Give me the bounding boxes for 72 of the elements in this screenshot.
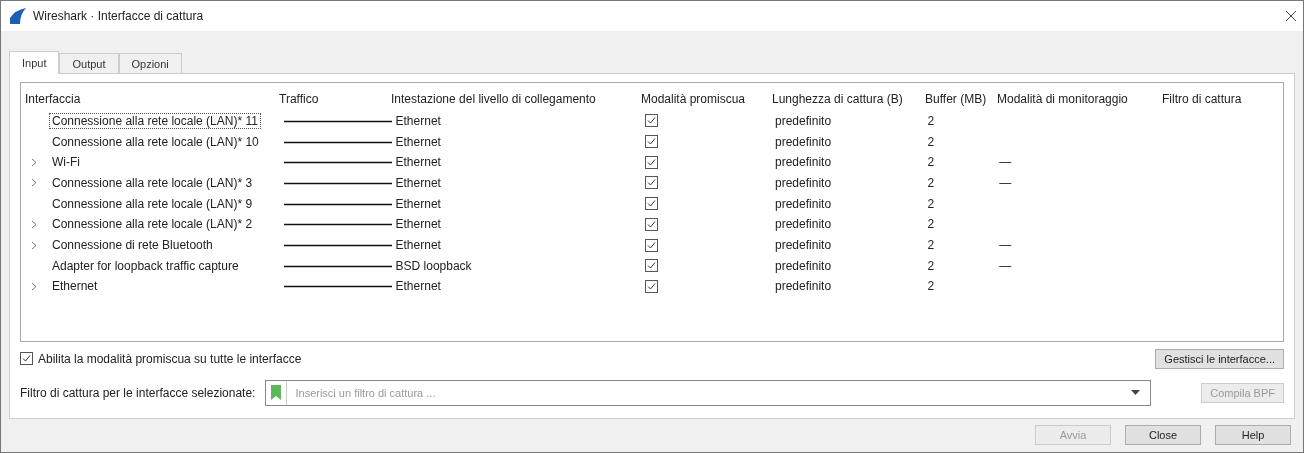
manage-interfaces-button[interactable]: Gestisci le interfacce... [1155,348,1284,369]
table-cell: — [999,258,1012,273]
checkbox[interactable] [644,279,658,293]
table-cell-text: predefinito [775,155,833,170]
dialog-button[interactable]: Close [1125,425,1201,446]
table-cell-text: Ethernet [395,238,442,252]
table-cell-text: 2 [927,175,936,190]
table-cell-text: Ethernet [395,155,442,170]
table-cell-text: predefinito [775,258,833,273]
interface-name[interactable]: Wi-Fi [49,154,83,171]
checkbox[interactable] [644,155,658,169]
checkbox[interactable] [644,238,658,252]
column-header[interactable]: Traffico [279,91,391,106]
column-header[interactable]: Filtro di cattura [1162,91,1282,106]
table-cell-text: Ethernet [395,134,442,149]
table-cell-text: Ethernet [395,113,442,128]
dialog-button[interactable]: Help [1215,425,1291,446]
column-header[interactable]: Intestazione del livello di collegamento [391,91,641,106]
checkbox[interactable] [644,259,658,273]
filter-input[interactable]: Inserisci un filtro di cattura ... [293,385,1126,400]
table-cell-text: Ethernet [395,175,442,190]
table-cell-text: predefinito [775,217,833,232]
interface-name[interactable]: Connessione alla rete locale (LAN)* 9 [49,195,256,212]
window-title: Wireshark · Interfacce di cattura [33,8,204,23]
filter-label: Filtro di cattura per le interfacce selezionate: [20,385,256,400]
table-cell-text: Ethernet [395,217,442,232]
checkbox[interactable] [644,114,658,128]
table-cell: — [999,155,1012,170]
table-cell-text: predefinito [775,196,833,211]
interface-name[interactable]: Connessione di rete Bluetooth [49,237,216,253]
table-cell-text: 2 [927,134,936,149]
dropdown-caret-icon[interactable] [1131,390,1141,396]
table-cell-text: predefinito [775,279,833,294]
table-cell-text: 2 [927,258,936,273]
table-cell-text: 2 [927,217,936,232]
table-cell-text: predefinito [775,134,833,149]
interface-name[interactable]: Connessione alla rete locale (LAN)* 10 [49,133,262,150]
column-header[interactable]: Modalità di monitoraggio [997,91,1162,106]
tab[interactable]: Opzioni [118,52,182,73]
interface-name[interactable]: Connessione alla rete locale (LAN)* 3 [49,174,256,191]
table-cell-text: 2 [927,238,936,252]
table-cell-text: predefinito [775,113,833,128]
table-cell: — [999,175,1012,190]
table-cell-text: predefinito [775,238,833,252]
fin-icon [9,7,27,24]
column-header[interactable]: Buffer (MB) [925,91,997,106]
table-cell-text: 2 [927,113,936,128]
interface-name[interactable]: Ethernet [49,278,101,295]
table-cell-text: Ethernet [395,279,442,294]
column-header[interactable]: Lunghezza di cattura (B) [772,91,925,106]
checkbox[interactable] [644,135,658,149]
checkbox-label[interactable]: Abilita la modalità promiscua su tutte le interfacce [38,351,302,366]
interface-name[interactable]: Connessione alla rete locale (LAN)* 2 [49,216,256,233]
table-cell-text: 2 [927,155,936,170]
tab[interactable]: Output [59,52,119,73]
column-header[interactable]: Modalità promiscua [641,91,772,106]
checkbox[interactable] [644,176,658,190]
tab[interactable]: Input [9,50,60,74]
checkbox[interactable] [644,217,658,231]
checkbox[interactable] [644,197,658,211]
table-cell-text: 2 [927,196,936,211]
interface-name[interactable]: Connessione alla rete locale (LAN)* 11 [49,112,261,129]
interface-name[interactable]: Adapter for loopback traffic capture [49,257,242,274]
table-cell-text: predefinito [775,175,833,190]
table-cell-text: 2 [927,279,936,294]
filter-combo-box[interactable]: Inserisci un filtro di cattura ... [265,379,1152,406]
table-cell-text: Ethernet [395,196,442,211]
column-header[interactable]: Interfaccia [25,91,279,106]
table-cell-text: BSD loopback [395,258,473,273]
checkbox[interactable] [20,352,33,366]
table-cell: — [999,238,1012,252]
close-icon[interactable] [1285,9,1297,22]
